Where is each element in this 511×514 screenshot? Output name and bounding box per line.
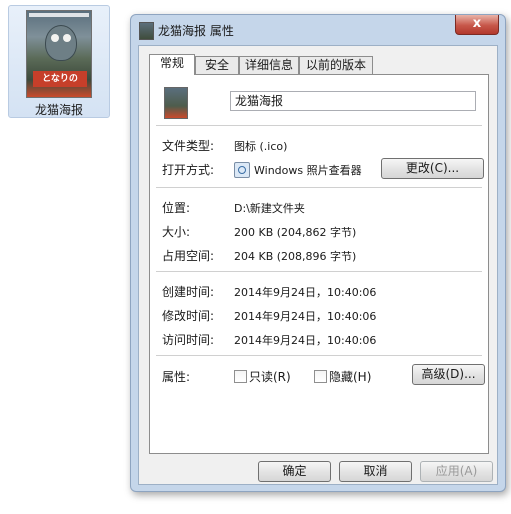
created-value: 2014年9月24日，10:40:06 [234, 286, 377, 299]
separator [156, 125, 482, 127]
file-name-field[interactable]: 龙猫海报 [230, 91, 476, 111]
file-type-icon [164, 87, 188, 119]
readonly-label[interactable]: 只读(R) [249, 368, 291, 385]
size-value: 200 KB (204,862 字节) [234, 226, 357, 239]
dialog-client: 常规 安全 详细信息 以前的版本 龙猫海报 文件类型: 图标 (.ico) 打开… [138, 45, 498, 485]
opens-with-label: 打开方式: [162, 163, 215, 177]
properties-dialog: 龙猫海报 属性 x 常规 安全 详细信息 以前的版本 龙猫海报 文件类型: 图标… [130, 14, 506, 492]
separator [156, 271, 482, 273]
poster-thumbnail: となりの [26, 10, 92, 98]
location-value: D:\新建文件夹 [234, 202, 305, 215]
photo-viewer-icon [234, 162, 250, 178]
tab-general[interactable]: 常规 [149, 54, 195, 75]
separator [156, 187, 482, 189]
size-on-disk-value: 204 KB (208,896 字节) [234, 250, 357, 263]
accessed-label: 访问时间: [162, 333, 215, 347]
change-button[interactable]: 更改(C)... [381, 158, 484, 179]
dialog-title: 龙猫海报 属性 [158, 24, 234, 38]
ok-button[interactable]: 确定 [258, 461, 331, 482]
cancel-button[interactable]: 取消 [339, 461, 412, 482]
location-label: 位置: [162, 201, 191, 215]
desktop-file-label: 龙猫海报 [34, 103, 83, 117]
attributes-label: 属性: [162, 370, 191, 384]
readonly-checkbox[interactable] [234, 370, 247, 383]
desktop-file-icon[interactable]: となりの 龙猫海报 [8, 5, 110, 118]
size-label: 大小: [162, 225, 191, 239]
size-on-disk-label: 占用空间: [162, 249, 215, 263]
tab-details[interactable]: 详细信息 [239, 56, 299, 74]
type-label: 文件类型: [162, 139, 215, 153]
apply-button[interactable]: 应用(A) [420, 461, 493, 482]
tab-previous-versions[interactable]: 以前的版本 [299, 56, 373, 74]
advanced-button[interactable]: 高级(D)... [412, 364, 485, 385]
created-label: 创建时间: [162, 285, 215, 299]
tab-security[interactable]: 安全 [195, 56, 239, 74]
file-icon [139, 22, 154, 40]
opens-with-value: Windows 照片查看器 [254, 164, 362, 177]
title-bar[interactable]: 龙猫海报 属性 x [131, 15, 505, 45]
accessed-value: 2014年9月24日，10:40:06 [234, 334, 377, 347]
type-value: 图标 (.ico) [234, 140, 288, 153]
modified-value: 2014年9月24日，10:40:06 [234, 310, 377, 323]
general-panel: 龙猫海报 文件类型: 图标 (.ico) 打开方式: Windows 照片查看器… [149, 74, 489, 454]
modified-label: 修改时间: [162, 309, 215, 323]
separator [156, 355, 482, 357]
hidden-checkbox[interactable] [314, 370, 327, 383]
close-button[interactable]: x [455, 15, 499, 35]
hidden-label[interactable]: 隐藏(H) [329, 368, 371, 385]
